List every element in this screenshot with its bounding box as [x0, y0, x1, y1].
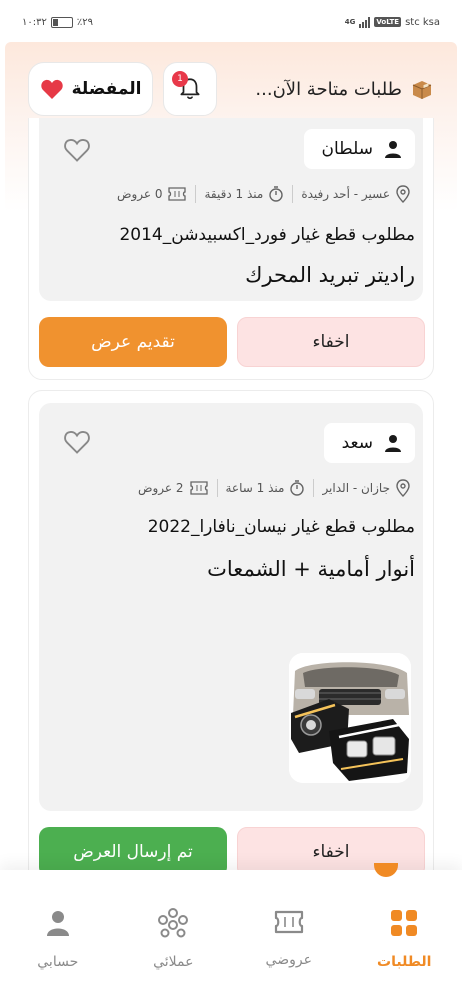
group-icon: [158, 908, 189, 938]
request-meta: جازان - الداير منذ 1 ساعة 2 عروض: [138, 479, 411, 497]
offers-count-text: 2 عروض: [137, 481, 184, 495]
signal-icon: [359, 16, 371, 28]
divider: [195, 185, 197, 203]
grid-icon: [391, 910, 418, 936]
request-title: أنوار أمامية + الشمعات: [207, 557, 415, 581]
location-pin-icon: [396, 185, 410, 203]
ticket-icon: [274, 910, 303, 934]
request-card-body[interactable]: سلطان عسير - أحد رفيدة منذ 1 دقيقة 0 عرو…: [39, 118, 423, 301]
location: عسير - أحد رفيدة: [301, 185, 411, 203]
divider: [292, 185, 294, 203]
nav-my-offers[interactable]: عروضي: [239, 908, 339, 968]
time-ago-text: منذ 1 دقيقة: [204, 187, 264, 201]
heart-outline-icon[interactable]: [63, 137, 91, 163]
battery-level: ٪٢٩: [76, 16, 93, 28]
page-title: طلبات متاحة الآن...: [217, 77, 434, 101]
user-name: سلطان: [321, 139, 373, 159]
product-image[interactable]: [289, 653, 411, 783]
request-meta: عسير - أحد رفيدة منذ 1 دقيقة 0 عروض: [117, 185, 411, 203]
submit-offer-button[interactable]: تقديم عرض: [39, 317, 227, 367]
user-tag: سلطان: [303, 129, 415, 169]
timer-icon: [290, 480, 305, 496]
carrier-name: stc ksa: [405, 16, 440, 28]
location-text: جازان - الداير: [322, 481, 390, 495]
request-subtitle: مطلوب قطع غيار فورد_اكسبيدشن_2014: [119, 225, 415, 245]
page-title-text: طلبات متاحة الآن...: [255, 78, 402, 100]
network-type: 4G: [344, 18, 356, 26]
request-title: راديتر تبريد المحرك: [245, 263, 415, 287]
request-card: سلطان عسير - أحد رفيدة منذ 1 دقيقة 0 عرو…: [28, 118, 434, 380]
divider: [313, 479, 315, 497]
favorites-label: المفضلة: [71, 79, 142, 99]
offers-count: 0 عروض: [117, 186, 188, 202]
time-ago: منذ 1 ساعة: [226, 479, 306, 497]
clock: ١٠:٣٢: [22, 16, 47, 28]
status-bar: ١٠:٣٢ ٪٢٩ 4G VoLTE stc ksa: [0, 0, 462, 44]
user-icon: [385, 435, 401, 452]
divider: [216, 479, 218, 497]
favorites-button[interactable]: المفضلة: [28, 62, 153, 116]
user-icon: [46, 911, 69, 936]
notification-badge: 1: [172, 71, 188, 87]
nav-my-clients-label: عملائي: [153, 954, 194, 970]
user-name: سعد: [341, 433, 373, 453]
nav-my-account[interactable]: حسابي: [8, 908, 108, 970]
nav-my-clients[interactable]: عملائي: [123, 908, 223, 970]
bottom-navigation: الطلبات عروضي عملائي حسابي: [0, 863, 462, 1000]
volte-badge: VoLTE: [374, 17, 402, 27]
user-icon: [385, 141, 401, 158]
requests-list[interactable]: سلطان عسير - أحد رفيدة منذ 1 دقيقة 0 عرو…: [0, 118, 462, 870]
request-card: سعد جازان - الداير منذ 1 ساعة 2 عروض مطل…: [28, 390, 434, 870]
nav-requests[interactable]: الطلبات: [354, 908, 454, 970]
status-right: 4G VoLTE stc ksa: [344, 16, 440, 28]
status-left: ١٠:٣٢ ٪٢٩: [22, 16, 93, 28]
heart-filled-icon: [40, 79, 63, 99]
battery-icon: [50, 16, 73, 28]
offer-sent-button[interactable]: تم إرسال العرض: [39, 827, 227, 870]
location: جازان - الداير: [322, 479, 411, 497]
request-subtitle: مطلوب قطع غيار نيسان_نافارا_2022: [147, 517, 415, 537]
active-indicator: [374, 863, 398, 877]
user-tag: سعد: [323, 423, 415, 463]
offers-count-text: 0 عروض: [116, 187, 163, 201]
time-ago-text: منذ 1 ساعة: [225, 481, 285, 495]
header: طلبات متاحة الآن... 1 المفضلة: [0, 60, 462, 118]
offers-count: 2 عروض: [138, 480, 209, 496]
location-pin-icon: [396, 479, 410, 497]
ticket-icon: [168, 187, 187, 201]
timer-icon: [269, 186, 284, 202]
location-text: عسير - أحد رفيدة: [301, 187, 390, 201]
nav-my-offers-label: عروضي: [265, 952, 312, 968]
ticket-icon: [189, 481, 208, 495]
notifications-button[interactable]: 1: [163, 62, 217, 116]
nav-requests-label: الطلبات: [377, 954, 432, 970]
package-icon: [412, 81, 432, 99]
hide-button[interactable]: اخفاء: [237, 317, 425, 367]
nav-my-account-label: حسابي: [37, 954, 79, 970]
time-ago: منذ 1 دقيقة: [204, 185, 284, 203]
heart-outline-icon[interactable]: [63, 429, 91, 455]
headlights-image: [289, 653, 411, 783]
